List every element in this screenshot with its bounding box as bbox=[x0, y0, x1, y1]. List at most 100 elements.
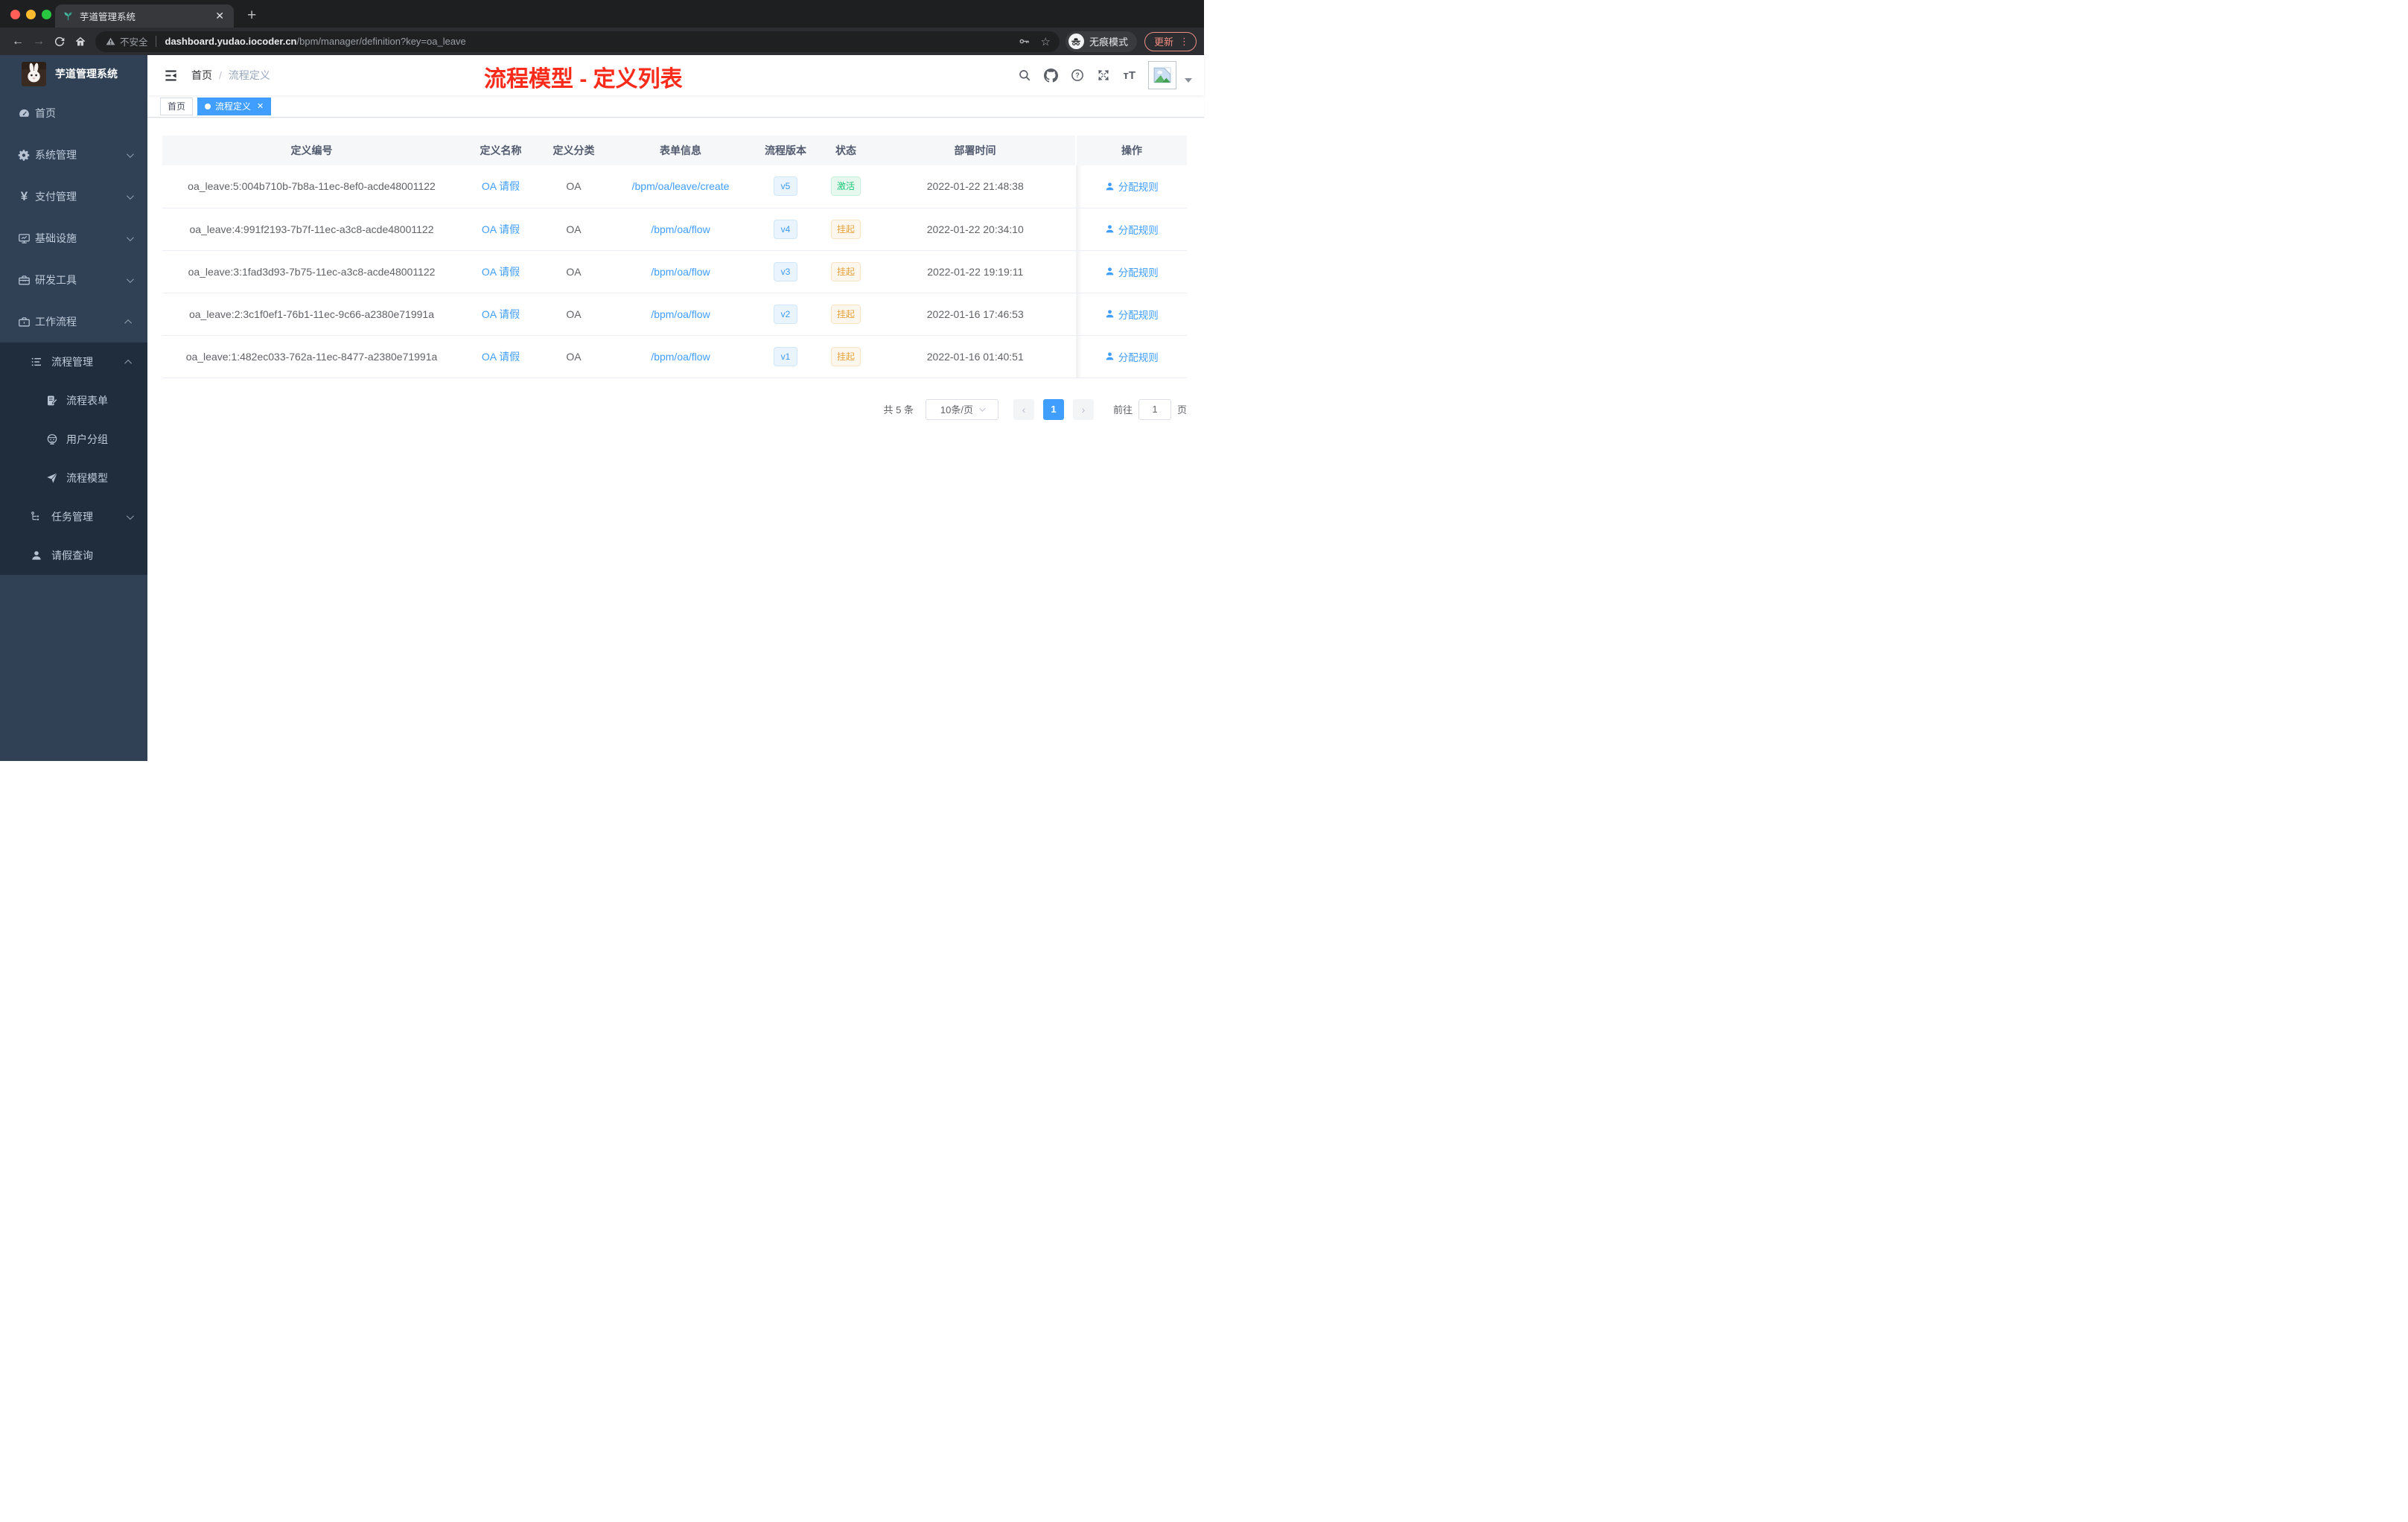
sidebar-item-label: 首页 bbox=[35, 107, 56, 119]
page-content: 定义编号 定义名称 定义分类 表单信息 流程版本 状态 部署时间 操作 oa_l… bbox=[147, 118, 1204, 761]
chrome-update-button[interactable]: 更新 ⋮ bbox=[1144, 31, 1197, 51]
password-key-icon[interactable] bbox=[1018, 35, 1031, 48]
close-window-button[interactable] bbox=[10, 10, 20, 19]
chevron-down-icon bbox=[979, 404, 986, 412]
back-button[interactable]: ← bbox=[7, 35, 28, 48]
sidebar-menu: 首页 系统管理 ¥ 支付管理 基础设施 研发工具 工作流程 流程管理 流程表单 … bbox=[0, 92, 147, 575]
sidebar-item-process-management[interactable]: 流程管理 bbox=[0, 343, 147, 381]
search-icon[interactable] bbox=[1018, 69, 1031, 82]
sidebar-item-process-model[interactable]: 流程模型 bbox=[0, 459, 147, 497]
assign-rule-button[interactable]: 分配规则 bbox=[1105, 349, 1159, 364]
avatar-dropdown-caret-icon[interactable] bbox=[1185, 78, 1192, 83]
dashboard-icon bbox=[18, 107, 31, 120]
version-badge[interactable]: v2 bbox=[773, 304, 798, 324]
help-icon[interactable]: ? bbox=[1071, 69, 1084, 82]
assign-rule-button[interactable]: 分配规则 bbox=[1105, 179, 1159, 194]
sidebar-item-label: 支付管理 bbox=[35, 191, 77, 203]
bookmark-star-icon[interactable]: ☆ bbox=[1041, 35, 1051, 48]
briefcase-icon bbox=[18, 316, 31, 328]
sidebar-item-leave-query[interactable]: 请假查询 bbox=[0, 536, 147, 575]
definition-name-link[interactable]: OA 请假 bbox=[482, 308, 520, 320]
cell-deploy-time: 2022-01-22 19:19:11 bbox=[875, 250, 1076, 293]
assign-rule-button[interactable]: 分配规则 bbox=[1105, 222, 1159, 237]
current-page-button[interactable]: 1 bbox=[1042, 398, 1064, 420]
sidebar-item-devtools[interactable]: 研发工具 bbox=[0, 259, 147, 301]
form-link[interactable]: /bpm/oa/flow bbox=[651, 266, 710, 278]
form-link[interactable]: /bpm/oa/flow bbox=[651, 223, 710, 235]
broken-image-icon bbox=[1153, 67, 1171, 83]
sidebar-item-payment[interactable]: ¥ 支付管理 bbox=[0, 176, 147, 217]
tag-home[interactable]: 首页 bbox=[160, 97, 194, 115]
prev-page-button[interactable]: ‹ bbox=[1013, 398, 1034, 420]
sidebar-item-process-form[interactable]: 流程表单 bbox=[0, 381, 147, 420]
forward-button[interactable]: → bbox=[28, 35, 49, 48]
maximize-window-button[interactable] bbox=[42, 10, 51, 19]
cell-category: OA bbox=[541, 335, 607, 378]
incognito-icon bbox=[1068, 34, 1084, 49]
new-tab-button[interactable]: + bbox=[243, 7, 261, 25]
macos-window-controls[interactable] bbox=[10, 10, 51, 19]
version-badge[interactable]: v3 bbox=[773, 261, 798, 281]
browser-tab-strip: 芋道管理系统 ✕ + bbox=[0, 0, 1204, 28]
url-path[interactable]: /bpm/manager/definition?key=oa_leave bbox=[297, 36, 466, 47]
assign-rule-button[interactable]: 分配规则 bbox=[1105, 307, 1159, 322]
next-page-button[interactable]: › bbox=[1072, 398, 1094, 420]
tab-close-icon[interactable]: ✕ bbox=[213, 10, 226, 22]
page-size-select[interactable]: 10条/页 bbox=[925, 398, 998, 420]
definition-name-link[interactable]: OA 请假 bbox=[482, 266, 520, 278]
sidebar-item-task-management[interactable]: 任务管理 bbox=[0, 497, 147, 536]
browser-tab[interactable]: 芋道管理系统 ✕ bbox=[55, 4, 234, 28]
goto-unit-label: 页 bbox=[1176, 404, 1187, 415]
red-annotation-text: 流程模型 - 定义列表 bbox=[484, 67, 683, 92]
form-link[interactable]: /bpm/oa/flow bbox=[651, 308, 710, 320]
tag-process-definition[interactable]: 流程定义 ✕ bbox=[197, 97, 272, 115]
definition-name-link[interactable]: OA 请假 bbox=[482, 223, 520, 235]
goto-page-input[interactable] bbox=[1138, 398, 1171, 420]
form-link[interactable]: /bpm/oa/leave/create bbox=[632, 180, 730, 192]
not-secure-warning-icon[interactable] bbox=[106, 36, 115, 46]
tags-view-bar: 首页 流程定义 ✕ bbox=[147, 95, 1204, 118]
definition-name-link[interactable]: OA 请假 bbox=[482, 351, 520, 363]
tag-close-icon[interactable]: ✕ bbox=[257, 101, 264, 111]
version-badge[interactable]: v1 bbox=[773, 346, 798, 366]
font-size-icon[interactable]: тT bbox=[1123, 69, 1135, 82]
breadcrumb-home[interactable]: 首页 bbox=[191, 68, 212, 83]
avatar[interactable] bbox=[1148, 61, 1176, 89]
url-host[interactable]: dashboard.yudao.iocoder.cn bbox=[165, 36, 297, 47]
sidebar-item-workflow[interactable]: 工作流程 bbox=[0, 301, 147, 343]
chevron-up-icon bbox=[124, 359, 133, 367]
sidebar-item-user-group[interactable]: 用户分组 bbox=[0, 420, 147, 459]
user-icon bbox=[1106, 352, 1114, 360]
task-tree-icon bbox=[31, 511, 42, 523]
fullscreen-icon[interactable] bbox=[1097, 69, 1110, 82]
chevron-up-icon bbox=[124, 319, 133, 327]
assign-rule-button[interactable]: 分配规则 bbox=[1105, 264, 1159, 279]
address-bar[interactable]: 不安全 dashboard.yudao.iocoder.cn/bpm/manag… bbox=[95, 31, 1060, 52]
definition-name-link[interactable]: OA 请假 bbox=[482, 180, 520, 192]
home-button[interactable] bbox=[70, 36, 91, 48]
version-badge[interactable]: v4 bbox=[773, 219, 798, 239]
column-header-version: 流程版本 bbox=[754, 136, 817, 165]
sidebar-item-label: 流程模型 bbox=[66, 472, 108, 484]
github-icon[interactable] bbox=[1044, 68, 1059, 83]
cell-id: oa_leave:1:482ec033-762a-11ec-8477-a2380… bbox=[162, 335, 461, 378]
user-icon bbox=[1106, 182, 1114, 191]
sidebar-item-home[interactable]: 首页 bbox=[0, 92, 147, 134]
sidebar-fold-icon[interactable] bbox=[164, 69, 178, 83]
cell-deploy-time: 2022-01-16 01:40:51 bbox=[875, 335, 1076, 378]
sidebar-item-system[interactable]: 系统管理 bbox=[0, 134, 147, 176]
reload-button[interactable] bbox=[49, 36, 70, 48]
security-label[interactable]: 不安全 bbox=[120, 34, 148, 48]
version-badge[interactable]: v5 bbox=[773, 176, 798, 197]
sidebar-item-infrastructure[interactable]: 基础设施 bbox=[0, 217, 147, 259]
column-header-form: 表单信息 bbox=[607, 136, 754, 165]
minimize-window-button[interactable] bbox=[26, 10, 36, 19]
form-link[interactable]: /bpm/oa/flow bbox=[651, 351, 710, 363]
update-label[interactable]: 更新 bbox=[1154, 34, 1173, 48]
app-logo-row[interactable]: 芋道管理系统 bbox=[0, 55, 147, 92]
browser-menu-icon[interactable]: ⋮ bbox=[1179, 36, 1189, 48]
page-size-value: 10条/页 bbox=[940, 404, 973, 415]
user-icon bbox=[1106, 267, 1114, 276]
sidebar-item-label: 请假查询 bbox=[51, 550, 93, 561]
table-row: oa_leave:4:991f2193-7b7f-11ec-a3c8-acde4… bbox=[162, 208, 1187, 251]
